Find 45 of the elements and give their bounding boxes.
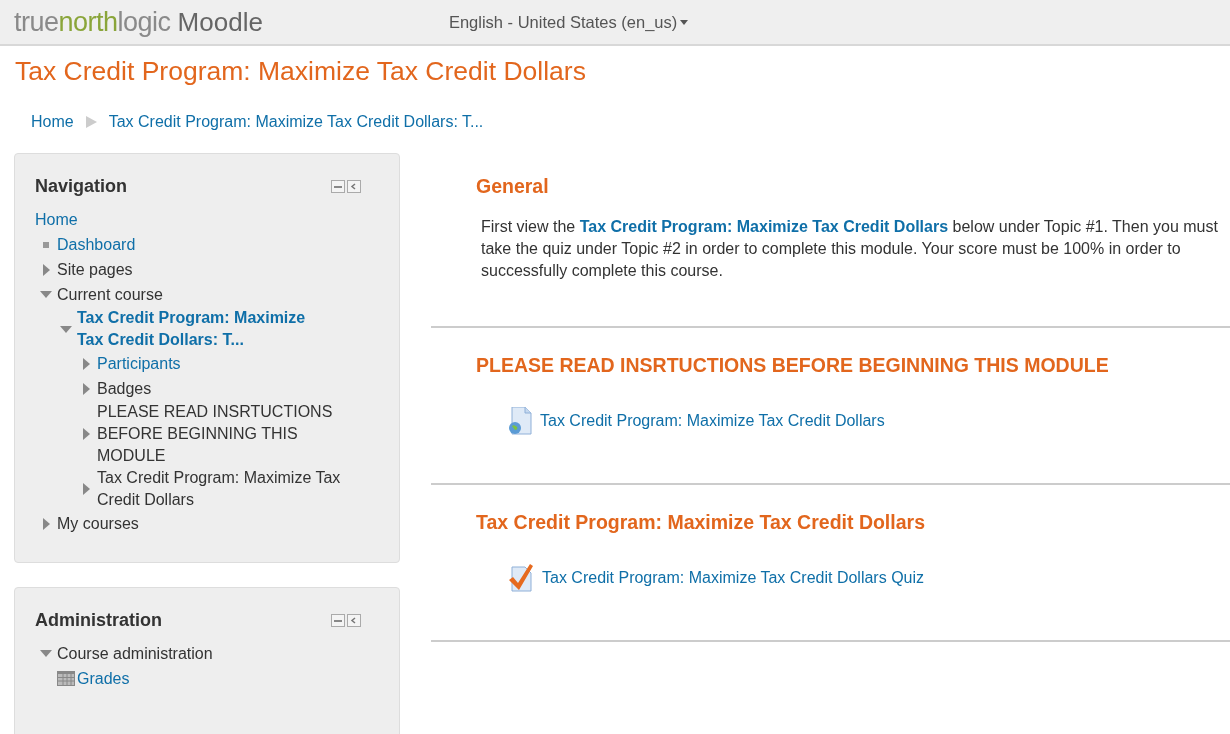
site-logo[interactable]: truenorthlogic [14,6,171,38]
collapsed-arrow-icon[interactable] [42,517,50,530]
tree-item[interactable]: Dashboard [57,233,136,256]
quiz-icon [508,564,534,592]
section-title: Tax Credit Program: Maximize Tax Credit Dollars [476,511,926,534]
collapsed-arrow-icon[interactable] [82,357,90,370]
activity-link[interactable]: Tax Credit Program: Maximize Tax Credit Dollars [540,412,885,430]
tree-item[interactable]: Home [35,208,78,231]
dock-icon[interactable] [347,180,361,193]
dock-icon[interactable] [347,614,361,627]
section-summary: First view the Tax Credit Program: Maximize Tax Credit Dollars below under Topic #1. Then you must take the quiz under Topic #2 in order to complete this module. Your score must be 100% in order to successfully complete this course. [481,217,1219,281]
breadcrumb-link[interactable]: Home [31,113,74,131]
expanded-arrow-icon[interactable] [60,325,72,333]
tree-item[interactable]: Site pages [57,258,133,281]
expanded-arrow-icon[interactable] [40,650,52,657]
activity-link[interactable]: Tax Credit Program: Maximize Tax Credit Dollars Quiz [542,569,925,587]
collapsed-arrow-icon[interactable] [82,428,90,440]
section-title: General [476,175,550,198]
tree-item[interactable]: Participants [97,352,181,375]
language-menu[interactable]: English - United States (en_us) [448,12,689,32]
collapse-icon[interactable] [331,180,345,193]
caret-icon [680,19,689,25]
collapsed-arrow-icon[interactable] [42,263,50,276]
page-icon [508,407,532,435]
tree-item[interactable]: My courses [57,512,139,535]
breadcrumb-link[interactable]: Tax Credit Program: Maximize Tax Credit Dollars: T... [108,113,484,131]
section-title: PLEASE READ INSRTUCTIONS BEFORE BEGINNING THIS MODULE [476,354,1110,377]
collapse-icon[interactable] [331,614,345,627]
separator-icon [85,116,97,128]
tree-item[interactable]: Tax Credit Program: Maximize Tax Credit Dollars: T... [77,307,332,351]
tree-item[interactable]: PLEASE READ INSRTUCTIONS BEFORE BEGINNING THIS MODULE [97,401,352,467]
expanded-arrow-icon[interactable] [40,291,52,298]
collapsed-arrow-icon[interactable] [82,382,90,395]
tree-item[interactable]: Badges [97,377,152,400]
tree-item[interactable]: Tax Credit Program: Maximize Tax Credit Dollars [97,467,352,511]
site-name[interactable]: Moodle [177,6,263,38]
tree-item[interactable]: Current course [57,283,163,306]
block-title: Navigation [35,176,127,197]
page-title: Tax Credit Program: Maximize Tax Credit Dollars [15,56,587,87]
tree-item[interactable]: Course administration [57,642,213,665]
block-title: Administration [35,610,162,631]
collapsed-arrow-icon[interactable] [82,483,90,495]
table-icon [57,671,75,686]
bullet-icon [43,241,49,248]
tree-item[interactable]: Grades [77,667,130,690]
